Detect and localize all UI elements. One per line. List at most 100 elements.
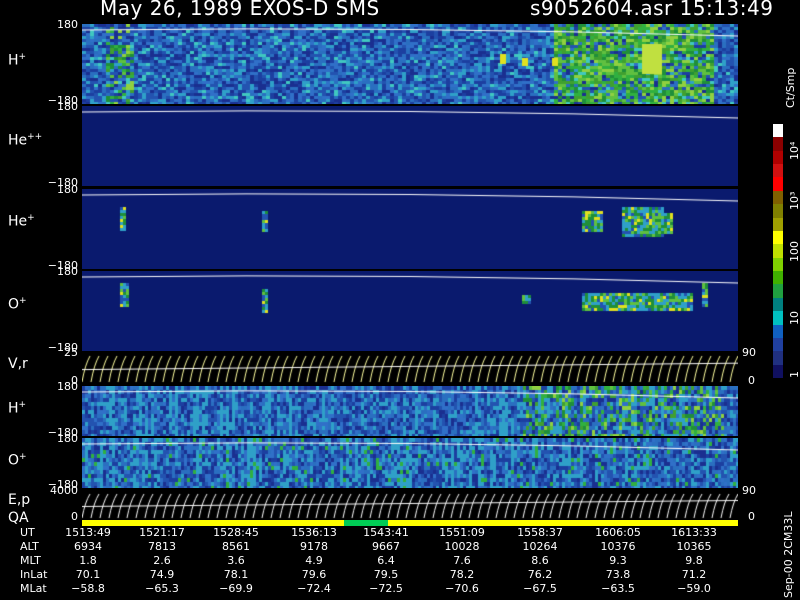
table-cell: 9.8 xyxy=(685,554,703,567)
table-cell: 1528:45 xyxy=(213,526,259,539)
table-cell: −72.4 xyxy=(297,582,331,595)
colorbar-swatch xyxy=(773,244,783,259)
colorbar-tick-label: 10³ xyxy=(788,191,800,210)
spectrogram-canvas xyxy=(82,386,738,436)
colorbar-tick-label: 10⁴ xyxy=(788,141,800,160)
colorbar-swatch xyxy=(773,177,783,192)
table-cell: 8.6 xyxy=(531,554,549,567)
panel-label-sup: + xyxy=(18,52,27,62)
panel-oplus2 xyxy=(82,438,738,488)
panel-vr xyxy=(82,352,738,384)
table-row: ALT 6934 7813 8561 9178 9667 10028 10264 10376 10… xyxy=(0,540,760,554)
table-cell: 1551:09 xyxy=(439,526,485,539)
colorbar-swatch xyxy=(773,190,783,205)
table-cell: 9.3 xyxy=(609,554,627,567)
row-label: MLT xyxy=(20,554,41,567)
table-cell: 8561 xyxy=(222,540,250,553)
y-tick-bottom: 0 xyxy=(71,510,78,523)
colorbar-swatch xyxy=(773,297,783,312)
table-cell: 7.6 xyxy=(453,554,471,567)
table-cell: 9178 xyxy=(300,540,328,553)
table-cell: 4.9 xyxy=(305,554,323,567)
colorbar-swatch xyxy=(773,124,783,138)
panel-hplus xyxy=(82,24,738,104)
qa-label: QA xyxy=(8,510,29,526)
colorbar-swatch xyxy=(773,337,783,352)
panel-label-oplus: O+ xyxy=(8,296,27,313)
file-label: s9052604.asr 15:13:49 xyxy=(530,0,774,20)
panel-label-ep: E,p xyxy=(8,492,30,508)
panel-label-oplus2: O+ xyxy=(8,452,27,469)
y-tick-top: 180 xyxy=(57,380,78,393)
panel-label-sup: ++ xyxy=(27,132,43,142)
y-tick-top: 180 xyxy=(57,100,78,113)
colorbar-unit-label: Ct/Smp xyxy=(784,67,797,108)
colorbar-swatch xyxy=(773,271,783,285)
panel-label-text: O xyxy=(8,296,20,313)
row-label: MLat xyxy=(20,582,47,595)
right-tick-bottom: 0 xyxy=(748,374,755,387)
colorbar-swatch xyxy=(773,217,783,232)
panel-label-vr: V,r xyxy=(8,356,28,372)
right-tick-top: 90 xyxy=(742,484,756,497)
table-cell: 78.2 xyxy=(449,568,475,581)
row-label: ALT xyxy=(20,540,39,553)
table-cell: 10264 xyxy=(522,540,558,553)
colorbar-swatch xyxy=(773,137,783,152)
table-cell: 1613:33 xyxy=(671,526,717,539)
panel-label-sup: + xyxy=(19,452,27,462)
panel-label-sup: + xyxy=(19,296,27,306)
table-cell: 7813 xyxy=(148,540,176,553)
y-tick-top: 25 xyxy=(64,346,78,359)
colorbar-swatch xyxy=(773,324,783,339)
table-cell: 9667 xyxy=(372,540,400,553)
panel-label-text: H xyxy=(8,52,19,69)
panel-label-text: H xyxy=(8,400,19,417)
colorbar-swatch xyxy=(773,351,783,366)
panel-label-heplus: He+ xyxy=(8,213,35,230)
spectrogram-canvas xyxy=(82,438,738,488)
panel-label-sup: + xyxy=(27,213,35,223)
side-label: Sep-00 2CM33L xyxy=(782,511,795,599)
colorbar-tick-label: 100 xyxy=(788,241,800,262)
row-label: UT xyxy=(20,526,35,539)
y-tick-top: 180 xyxy=(57,183,78,196)
panel-label-text: O xyxy=(8,452,20,469)
colorbar-swatch xyxy=(773,230,783,245)
table-cell: −69.9 xyxy=(219,582,253,595)
table-cell: 1521:17 xyxy=(139,526,185,539)
spectrogram-canvas xyxy=(82,352,738,384)
spectrogram-canvas xyxy=(82,189,738,269)
table-cell: 3.6 xyxy=(227,554,245,567)
spectrogram-page: May 26, 1989 EXOS-D SMS s9052604.asr 15:… xyxy=(0,0,800,600)
table-cell: 2.6 xyxy=(153,554,171,567)
table-cell: 1513:49 xyxy=(65,526,111,539)
table-cell: 6.4 xyxy=(377,554,395,567)
colorbar-tick-label: 1 xyxy=(788,371,800,378)
y-tick-top: 4000 xyxy=(50,484,78,497)
colorbar-tick-label: 10 xyxy=(788,311,800,325)
table-cell: 1606:05 xyxy=(595,526,641,539)
table-cell: 10028 xyxy=(444,540,480,553)
colorbar-swatch xyxy=(773,364,783,379)
colorbar-swatch xyxy=(773,284,783,299)
table-row: MLat −58.8 −65.3 −69.9 −72.4 −72.5 −70.6 −67.5 −… xyxy=(0,582,760,596)
panel-label-sup: + xyxy=(18,400,27,410)
table-cell: 74.9 xyxy=(149,568,175,581)
table-cell: 10376 xyxy=(600,540,636,553)
colorbar-swatch xyxy=(773,257,783,272)
table-cell: −72.5 xyxy=(369,582,403,595)
panel-hplus2 xyxy=(82,386,738,436)
y-tick-top: 180 xyxy=(57,432,78,445)
table-cell: −58.8 xyxy=(71,582,105,595)
table-cell: 6934 xyxy=(74,540,102,553)
y-tick-top: 180 xyxy=(57,18,78,31)
y-tick-top: 180 xyxy=(57,265,78,278)
panel-label-hplus: H+ xyxy=(8,52,26,69)
table-cell: −63.5 xyxy=(601,582,635,595)
table-row: UT 1513:49 1521:17 1528:45 1536:13 1543:41 155… xyxy=(0,526,760,540)
right-tick-top: 90 xyxy=(742,346,756,359)
right-tick-bottom: 0 xyxy=(748,510,755,523)
table-cell: −70.6 xyxy=(445,582,479,595)
panel-label-hplus2: H+ xyxy=(8,400,26,417)
